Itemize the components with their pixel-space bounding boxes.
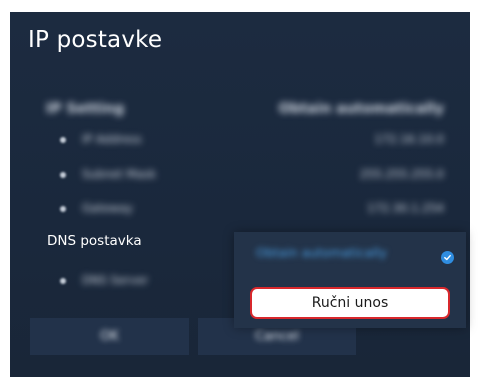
ok-button-label: OK (100, 329, 119, 344)
dns-server-label: DNS Server (82, 273, 149, 287)
bullet-icon (60, 206, 66, 212)
bullet-icon (60, 278, 66, 284)
dropdown-option-manual-entry[interactable]: Ručni unos (250, 287, 450, 319)
ip-setting-label[interactable]: IP Setting (46, 101, 124, 117)
cancel-button-label: Cancel (254, 329, 300, 344)
dialog-title: IP postavke (28, 27, 163, 53)
ip-setting-value[interactable]: Obtain automatically (279, 101, 444, 117)
dns-setting-dropdown: Obtain automatically Ručni unos (234, 232, 466, 328)
subnet-mask-value: 255.255.255.0 (359, 167, 444, 181)
ip-address-value: 172.16.10.0 (374, 132, 445, 146)
ok-button[interactable]: OK (30, 318, 189, 355)
gateway-label: Gateway (82, 201, 133, 215)
manual-entry-label: Ručni unos (311, 295, 389, 311)
ip-address-label: IP Address (82, 132, 142, 146)
dropdown-option-obtain-automatically[interactable]: Obtain automatically (256, 245, 426, 263)
gateway-value: 172.30.1.254 (367, 201, 444, 215)
subnet-mask-label: Subnet Mask (82, 167, 157, 181)
bullet-icon (60, 137, 66, 143)
dns-setting-label[interactable]: DNS postavka (47, 233, 142, 249)
ip-settings-dialog: IP postavke IP Setting Obtain automatica… (10, 12, 470, 377)
bullet-icon (60, 172, 66, 178)
check-circle-icon (441, 251, 454, 264)
